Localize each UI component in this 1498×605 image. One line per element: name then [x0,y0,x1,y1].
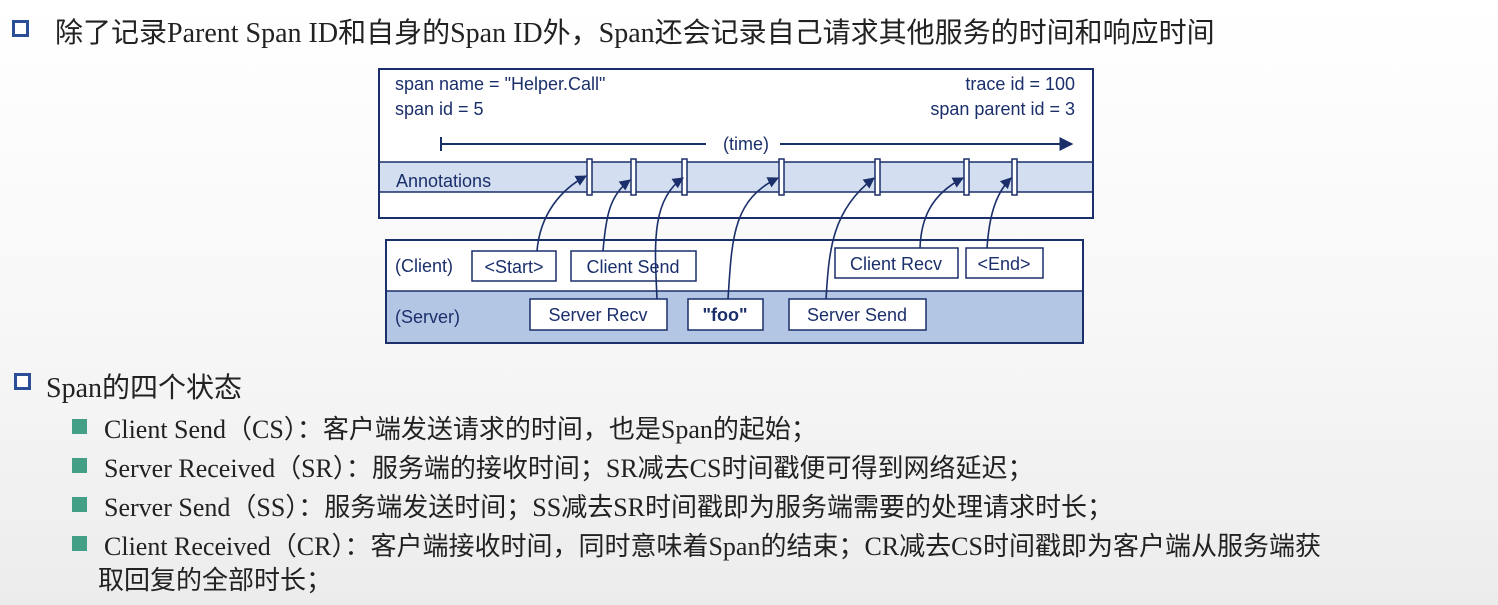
client-send-box: Client Send [586,257,679,277]
trace-id-text: trace id = 100 [965,74,1075,94]
server-send-box: Server Send [807,305,907,325]
end-box: <End> [977,254,1030,274]
span-name-text: span name = "Helper.Call" [395,74,605,94]
span-parent-id-text: span parent id = 3 [930,99,1075,119]
annotations-label: Annotations [396,171,491,191]
server-label: (Server) [395,307,460,327]
bullet-square-icon [72,536,87,551]
bullet-square-icon [72,458,87,473]
bullet-server-send: Server Send（SS）：服务端发送时间；SS减去SR时间戳即为服务端需要… [104,493,1113,522]
span-diagram: span name = "Helper.Call" span id = 5 tr… [378,68,1094,344]
client-label: (Client) [395,256,453,276]
span-id-text: span id = 5 [395,99,484,119]
bullet-server-received: Server Received（SR）：服务端的接收时间；SR减去CS时间戳便可… [104,454,1034,483]
start-box: <Start> [484,257,543,277]
section-title: Span的四个状态 [46,373,243,404]
time-label: (time) [723,134,769,154]
bullet-client-received-cont: 取回复的全部时长； [98,566,333,595]
bullet-client-send: Client Send（CS）：客户端发送请求的时间，也是Span的起始； [104,415,817,444]
section-bullet-icon [14,373,31,390]
server-recv-box: Server Recv [548,305,647,325]
foo-box: "foo" [702,305,747,325]
bullet-client-received: Client Received（CR）：客户端接收时间，同时意味着Span的结束… [104,532,1321,561]
bullet-square-icon [72,419,87,434]
bullet-square-icon [72,497,87,512]
client-recv-box: Client Recv [850,254,942,274]
